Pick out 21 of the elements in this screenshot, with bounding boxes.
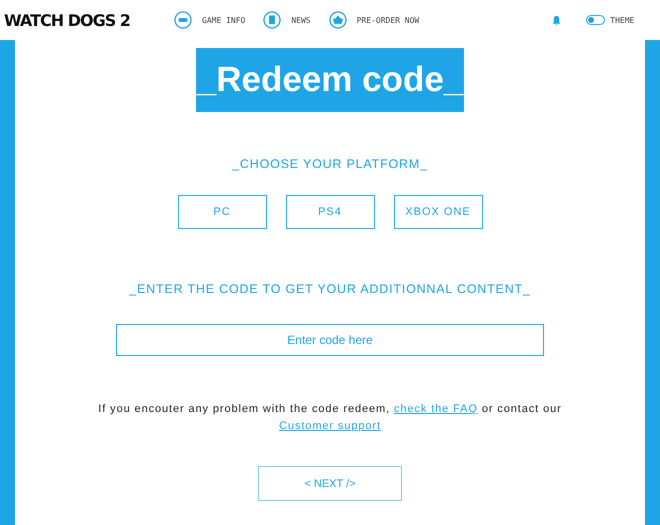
document-icon (263, 11, 282, 29)
nav-link[interactable]: GAME INFO (202, 16, 246, 24)
basket-icon (328, 11, 347, 29)
platform-button[interactable]: PC (178, 195, 266, 229)
bell-icon[interactable] (551, 14, 562, 26)
gamepad-icon (174, 11, 192, 29)
platform-button[interactable]: PS4 (286, 195, 374, 229)
section-heading: _ENTER THE CODE TO GET YOUR ADDITIONNAL CONTENT_ (129, 282, 531, 296)
section-heading: _CHOOSE YOUR PLATFORM_ (232, 157, 428, 171)
faq-link[interactable]: check the FAQ (394, 403, 478, 415)
page-title: _Redeem code_ (196, 48, 464, 112)
theme-toggle[interactable] (586, 15, 606, 25)
platform-button[interactable]: XBOX ONE (394, 195, 482, 229)
logo[interactable]: WATCH DOGS 2 (4, 10, 164, 30)
code-input-field[interactable]: Enter code here (116, 324, 544, 356)
nav-link[interactable]: PRE-ORDER NOW (356, 16, 420, 24)
nav-link[interactable]: NEWS (291, 16, 311, 24)
support-link[interactable]: Customer support (279, 420, 381, 432)
help-text: If you encouter any problem with the code redeem, check the FAQ or contact our Customer support (97, 402, 563, 434)
theme-label: THEME (610, 16, 634, 24)
next-button[interactable]: < NEXT /> (258, 466, 402, 501)
